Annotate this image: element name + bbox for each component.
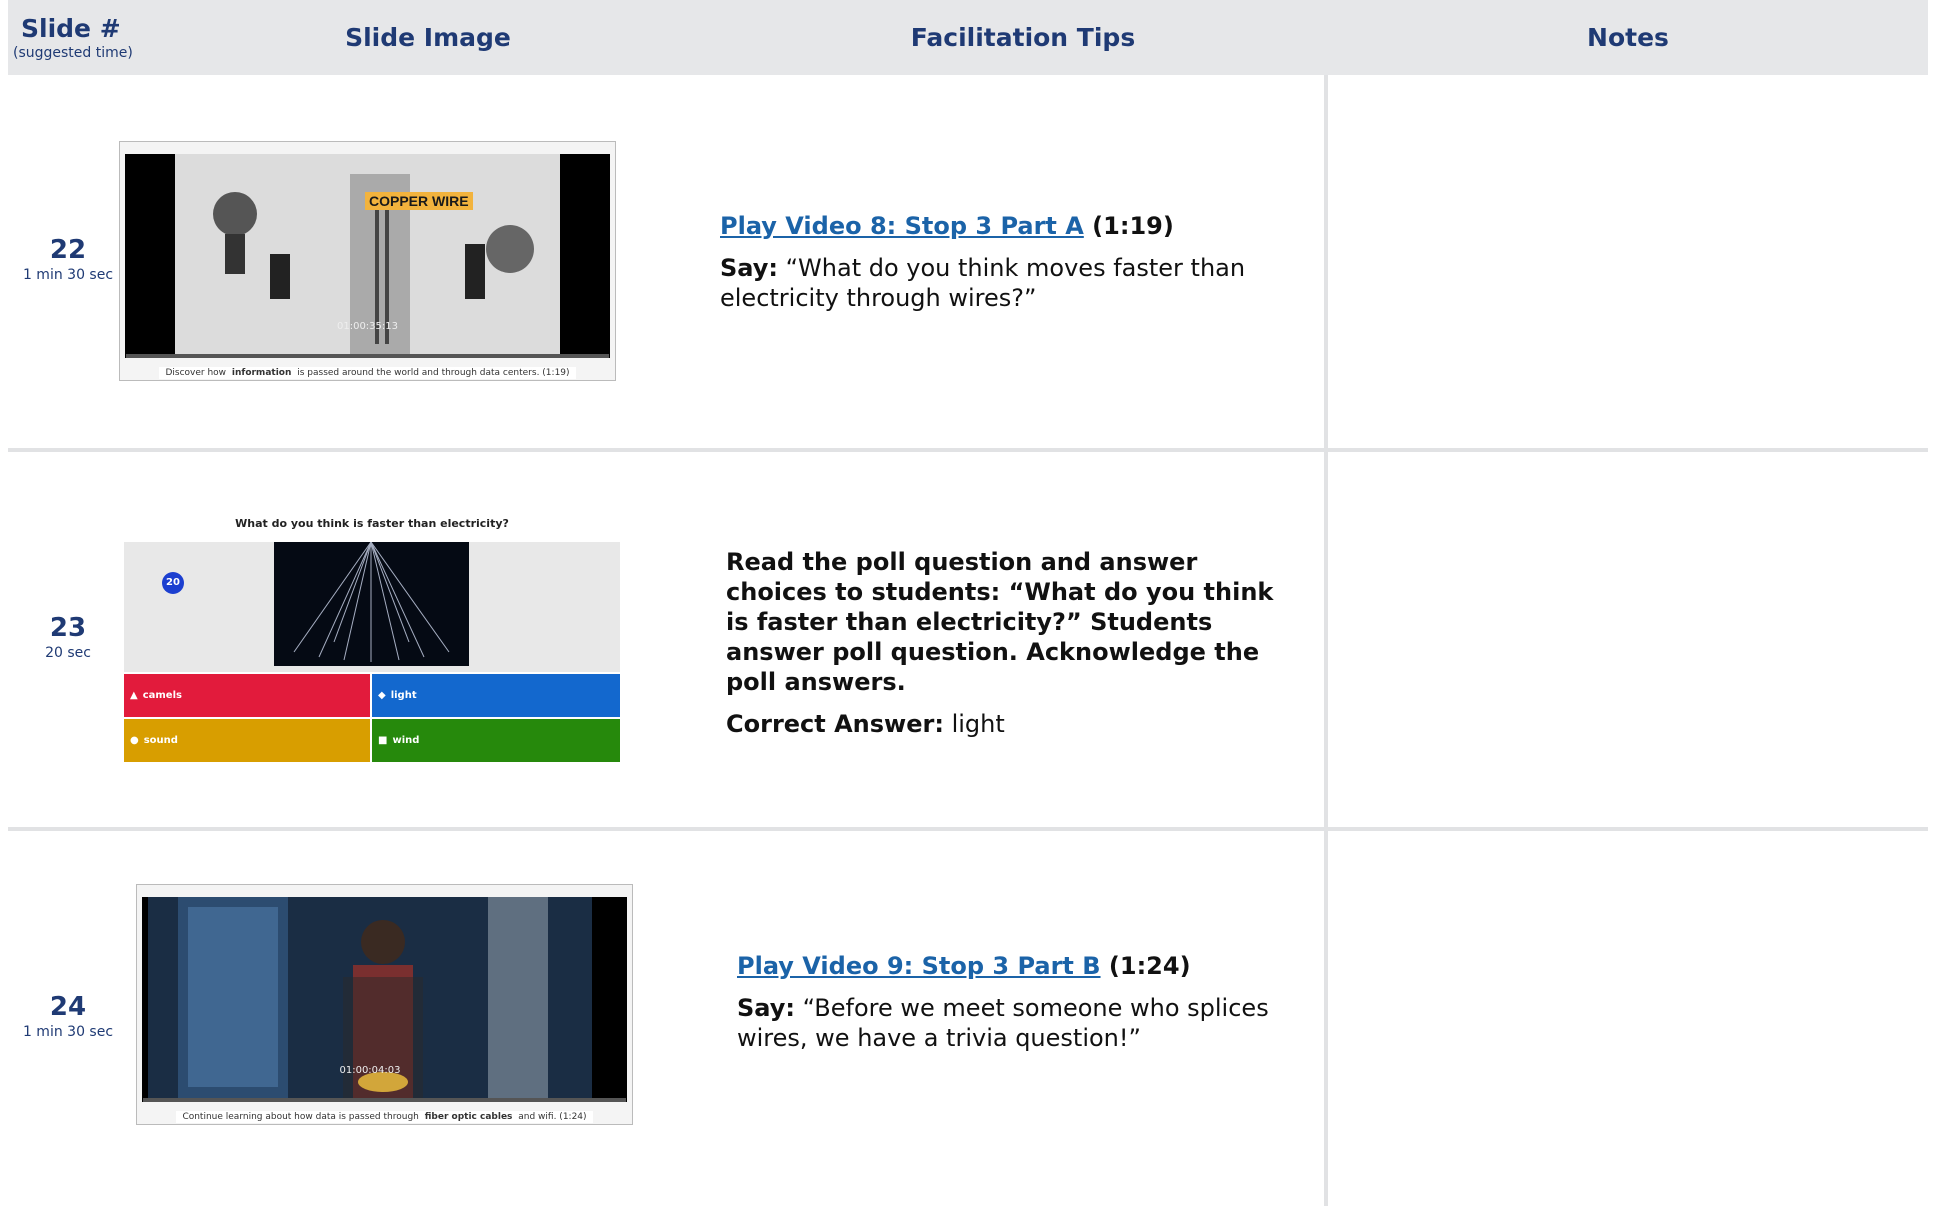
slide-thumbnail-video[interactable]: COPPER WIRE 01:00:35:13 Discover how inf… xyxy=(119,141,616,381)
video-letterbox xyxy=(592,897,627,1102)
header-slide-number: Slide # (suggested time) xyxy=(8,0,133,75)
slide-number-cell: 24 1 min 30 sec xyxy=(8,992,128,1040)
video-progress-bar[interactable] xyxy=(143,1098,626,1102)
column-divider xyxy=(1324,75,1328,1206)
row-divider xyxy=(8,827,1928,831)
video-duration: (1:19) xyxy=(1083,212,1174,240)
video-timecode: 01:00:35:13 xyxy=(336,321,398,332)
slide-number: 23 xyxy=(49,613,87,643)
video-caption: Continue learning about how data is pass… xyxy=(137,1111,632,1123)
correct-answer-label: Correct Answer: xyxy=(726,710,944,738)
play-video-link[interactable]: Play Video 8: Stop 3 Part A xyxy=(720,212,1084,240)
video-title-label: COPPER WIRE xyxy=(365,192,473,210)
video-duration: (1:24) xyxy=(1100,952,1191,980)
triangle-icon: ▲ xyxy=(130,690,138,701)
slide-number: 24 xyxy=(49,992,87,1022)
video-timecode: 01:00:04:03 xyxy=(339,1065,401,1076)
header-slide-label: Slide # xyxy=(21,14,121,43)
slide-thumbnail-poll[interactable]: What do you think is faster than electri… xyxy=(124,517,620,763)
say-label: Say: xyxy=(720,254,778,282)
slide-number: 22 xyxy=(49,235,87,265)
say-text: “Before we meet someone who splices wire… xyxy=(737,994,1269,1052)
facilitation-tips-cell: Play Video 9: Stop 3 Part B (1:24) Say: … xyxy=(737,951,1297,1065)
table-header: Slide # (suggested time) Slide Image Fac… xyxy=(8,0,1928,75)
diamond-icon: ◆ xyxy=(378,690,386,701)
slide-number-cell: 23 20 sec xyxy=(8,613,128,661)
correct-answer-text: light xyxy=(943,710,1005,738)
poll-question: What do you think is faster than electri… xyxy=(235,517,509,530)
video-letterbox xyxy=(125,154,175,358)
slide-number-cell: 22 1 min 30 sec xyxy=(8,235,128,283)
fiber-optic-image xyxy=(274,541,469,666)
slide-time: 20 sec xyxy=(45,645,91,661)
answer-sound[interactable]: ● sound xyxy=(124,719,370,762)
play-video-link[interactable]: Play Video 9: Stop 3 Part B xyxy=(737,952,1101,980)
video-progress-bar[interactable] xyxy=(126,354,609,358)
video-letterbox xyxy=(560,154,610,358)
facilitation-tips-cell: Read the poll question and answer choice… xyxy=(726,547,1286,751)
square-icon: ■ xyxy=(378,735,388,746)
slide-thumbnail-video[interactable]: 01:00:04:03 Continue learning about how … xyxy=(136,884,633,1125)
answer-camels[interactable]: ▲ camels xyxy=(124,674,370,717)
facilitation-tips-cell: Play Video 8: Stop 3 Part A (1:19) Say: … xyxy=(720,211,1280,325)
poll-instruction: Read the poll question and answer choice… xyxy=(726,548,1274,696)
header-slide-sublabel: (suggested time) xyxy=(13,45,133,61)
slide-time: 1 min 30 sec xyxy=(22,1024,114,1040)
fiber-optic-icon xyxy=(293,541,450,662)
header-facilitation-tips: Facilitation Tips xyxy=(910,23,1136,52)
poll-timer-badge: 20 xyxy=(162,572,184,594)
row-divider xyxy=(8,448,1928,452)
header-notes: Notes xyxy=(1587,23,1669,52)
answer-wind[interactable]: ■ wind xyxy=(372,719,620,762)
say-label: Say: xyxy=(737,994,795,1022)
circle-icon: ● xyxy=(130,735,139,746)
answer-light[interactable]: ◆ light xyxy=(372,674,620,717)
video-frame: COPPER WIRE 01:00:35:13 xyxy=(175,154,560,358)
video-frame: 01:00:04:03 xyxy=(148,897,592,1102)
video-caption: Discover how information is passed aroun… xyxy=(120,367,615,379)
slide-time: 1 min 30 sec xyxy=(22,267,114,283)
say-text: “What do you think moves faster than ele… xyxy=(720,254,1246,312)
header-slide-image: Slide Image xyxy=(345,23,511,52)
